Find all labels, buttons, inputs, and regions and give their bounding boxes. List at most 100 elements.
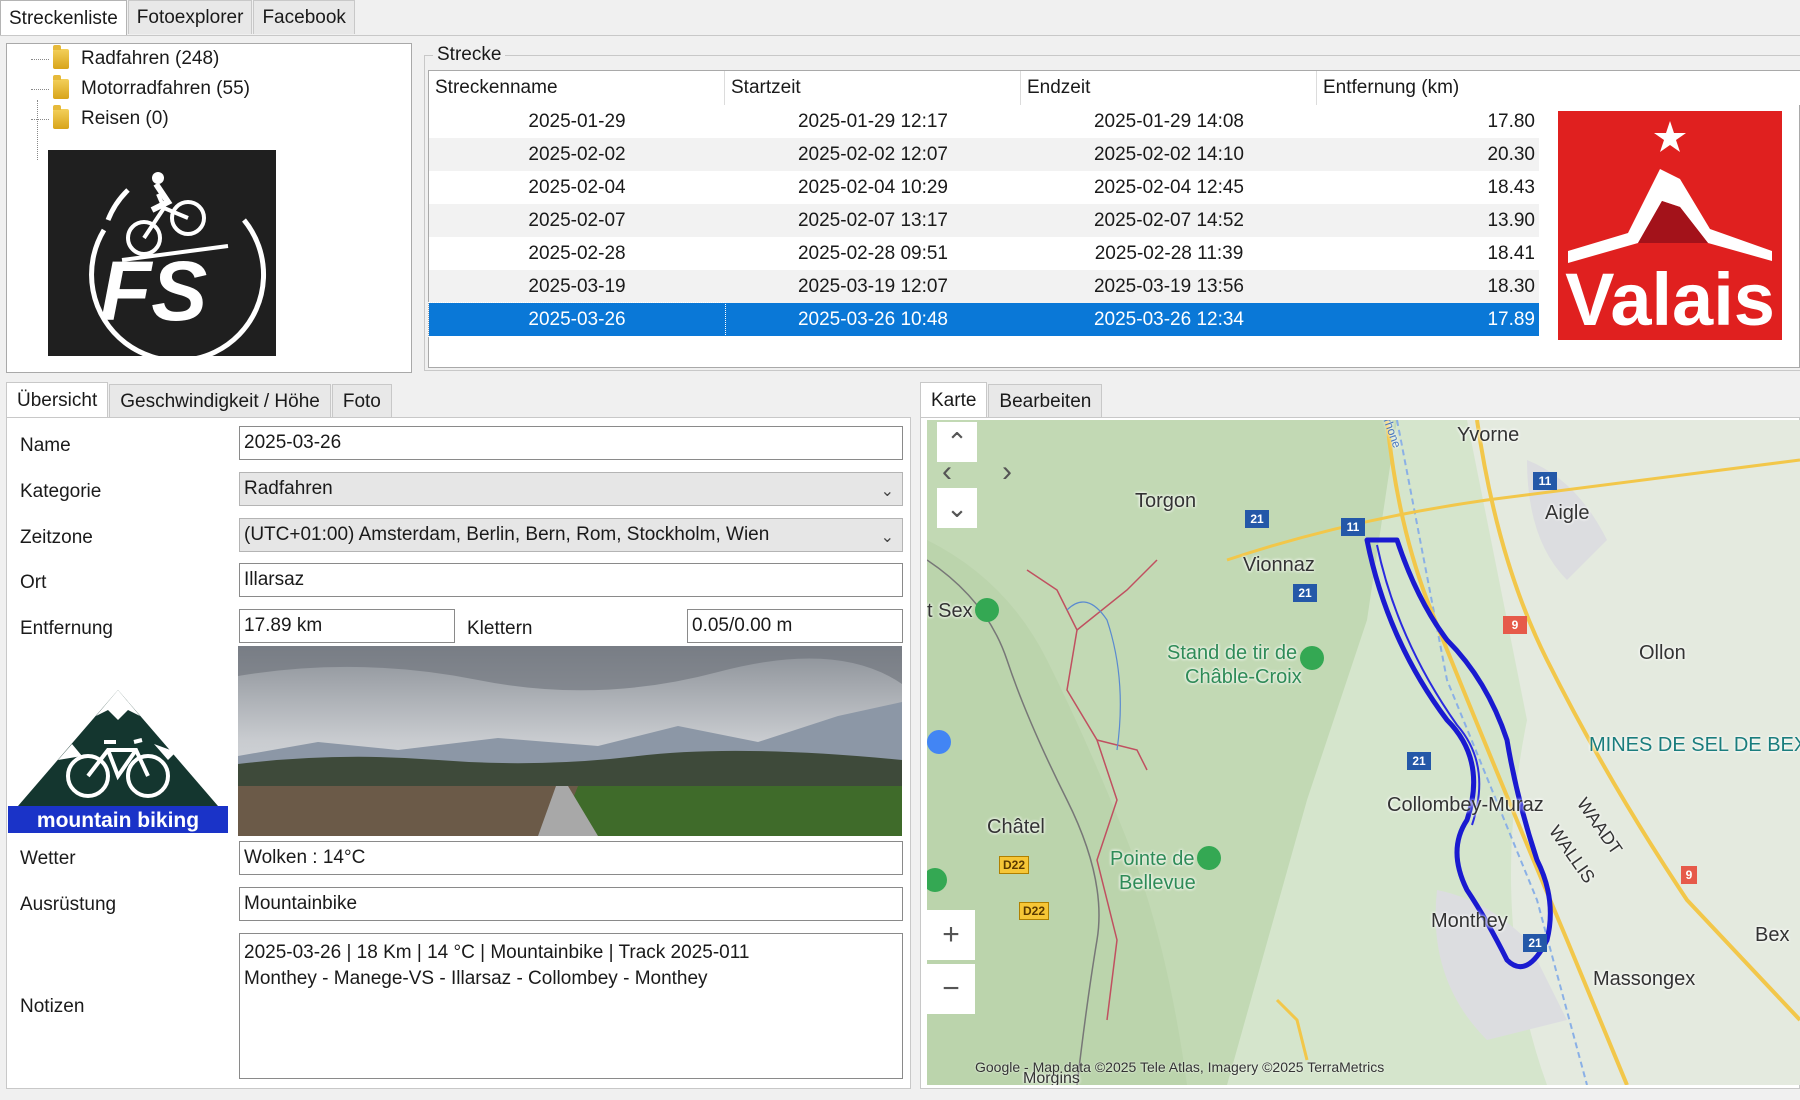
column-header-streckenname[interactable]: Streckenname bbox=[429, 71, 725, 105]
valais-logo: Valais bbox=[1558, 111, 1782, 340]
top-tab-bar: Streckenliste Fotoexplorer Facebook bbox=[0, 0, 356, 36]
column-header-endzeit[interactable]: Endzeit bbox=[1021, 71, 1317, 105]
ausruestung-label: Ausrüstung bbox=[20, 894, 117, 915]
pan-down-icon[interactable]: ⌄ bbox=[937, 488, 977, 528]
map-label-yvorne: Yvorne bbox=[1457, 424, 1520, 446]
klettern-label: Klettern bbox=[467, 618, 533, 639]
table-cell-dist: 13.90 bbox=[1487, 209, 1535, 231]
kategorie-select[interactable]: Radfahren ⌄ bbox=[239, 472, 903, 506]
tab-streckenliste[interactable]: Streckenliste bbox=[0, 0, 127, 36]
pan-right-icon[interactable]: › bbox=[987, 452, 1027, 492]
table-cell-name: 2025-02-07 bbox=[528, 209, 626, 231]
name-label: Name bbox=[20, 435, 71, 456]
road-shield: 21 bbox=[1523, 934, 1547, 952]
map-label-stand2: Châble-Croix bbox=[1185, 666, 1302, 688]
pan-left-icon[interactable]: ‹ bbox=[927, 452, 967, 492]
tab-foto[interactable]: Foto bbox=[331, 384, 392, 418]
svg-text:FS: FS bbox=[100, 244, 207, 338]
map-label-torgon: Torgon bbox=[1135, 490, 1197, 512]
table-cell-end: 2025-03-19 13:56 bbox=[1093, 275, 1244, 297]
tab-geschwindigkeit-hoehe[interactable]: Geschwindigkeit / Höhe bbox=[109, 384, 331, 418]
table-cell-start: 2025-02-02 12:07 bbox=[797, 143, 948, 165]
folder-icon bbox=[53, 75, 69, 99]
column-header-startzeit[interactable]: Startzeit bbox=[725, 71, 1021, 105]
table-row[interactable]: 2025-02-07 2025-02-07 13:17 2025-02-07 14:… bbox=[429, 204, 1539, 237]
ort-field[interactable]: Illarsaz bbox=[239, 563, 903, 597]
notizen-line: Monthey - Manege-VS - Illarsaz - Collomb… bbox=[244, 968, 708, 989]
map-label-ollon: Ollon bbox=[1639, 642, 1686, 664]
table-cell-dist: 17.80 bbox=[1487, 110, 1535, 132]
table-cell-start: 2025-02-07 13:17 bbox=[797, 209, 948, 231]
table-row[interactable]: 2025-03-26 2025-03-26 10:48 2025-03-26 12:… bbox=[428, 302, 1539, 337]
table-cell-start: 2025-01-29 12:17 bbox=[797, 110, 948, 132]
tab-karte[interactable]: Karte bbox=[920, 382, 988, 418]
road-shield: D22 bbox=[999, 856, 1029, 874]
fs-cycling-logo: FS bbox=[48, 150, 276, 364]
category-item-radfahren[interactable]: Radfahren (248) bbox=[31, 45, 220, 72]
chevron-down-icon: ⌄ bbox=[880, 529, 894, 546]
zeitzone-value: (UTC+01:00) Amsterdam, Berlin, Bern, Rom… bbox=[244, 524, 770, 545]
map-tab-bar: Karte Bearbeiten bbox=[920, 382, 1103, 418]
table-cell-name: 2025-03-19 bbox=[528, 275, 626, 297]
table-row[interactable]: 2025-02-02 2025-02-02 12:07 2025-02-02 14:… bbox=[429, 138, 1539, 171]
table-cell-dist: 18.41 bbox=[1487, 242, 1535, 264]
table-cell-end: 2025-02-28 11:39 bbox=[1094, 242, 1244, 264]
map-label-pointe: Pointe de bbox=[1110, 848, 1195, 870]
zoom-in-button[interactable]: + bbox=[927, 910, 975, 960]
table-cell-name: 2025-02-04 bbox=[528, 176, 626, 198]
road-shield: D22 bbox=[1019, 902, 1049, 920]
chevron-down-icon: ⌄ bbox=[880, 483, 894, 500]
map-label-pointe2: Bellevue bbox=[1119, 872, 1196, 894]
map-label-vionnaz: Vionnaz bbox=[1243, 554, 1315, 576]
table-row[interactable]: 2025-02-28 2025-02-28 09:51 2025-02-28 11:… bbox=[429, 237, 1539, 270]
road-shield: 21 bbox=[1293, 584, 1317, 602]
track-photo[interactable] bbox=[238, 646, 902, 836]
tab-fotoexplorer[interactable]: Fotoexplorer bbox=[127, 0, 253, 34]
notizen-label: Notizen bbox=[20, 996, 85, 1017]
map-label-stand: Stand de tir de bbox=[1167, 642, 1298, 664]
category-label: Radfahren (248) bbox=[81, 48, 220, 69]
zeitzone-select[interactable]: (UTC+01:00) Amsterdam, Berlin, Bern, Rom… bbox=[239, 518, 903, 552]
tab-bearbeiten[interactable]: Bearbeiten bbox=[988, 384, 1103, 418]
map-label-collombey: Collombey-Muraz bbox=[1387, 794, 1544, 816]
folder-icon bbox=[53, 45, 69, 69]
zeitzone-label: Zeitzone bbox=[20, 527, 93, 548]
wetter-field[interactable]: Wolken : 14°C bbox=[239, 841, 903, 875]
map-label-bex: Bex bbox=[1755, 924, 1790, 946]
notizen-line: 2025-03-26 | 18 Km | 14 °C | Mountainbik… bbox=[244, 942, 750, 963]
road-shield: 21 bbox=[1245, 510, 1269, 528]
valais-wordmark: Valais bbox=[1565, 258, 1775, 340]
entfernung-field[interactable]: 17.89 km bbox=[239, 609, 455, 643]
ort-label: Ort bbox=[20, 572, 47, 593]
route-group-label: Strecke bbox=[433, 44, 506, 66]
column-header-entfernung[interactable]: Entfernung (km) bbox=[1317, 71, 1800, 105]
table-cell-name: 2025-01-29 bbox=[528, 110, 626, 132]
zoom-out-button[interactable]: − bbox=[927, 964, 975, 1014]
category-item-motorradfahren[interactable]: Motorradfahren (55) bbox=[31, 75, 250, 102]
road-shield: 11 bbox=[1533, 472, 1557, 490]
ausruestung-field[interactable]: Mountainbike bbox=[239, 887, 903, 921]
map-attribution: Google - Map data ©2025 Tele Atlas, Imag… bbox=[975, 1059, 1385, 1075]
name-field[interactable]: 2025-03-26 bbox=[239, 426, 903, 460]
status-strip bbox=[0, 1092, 1800, 1100]
wetter-label: Wetter bbox=[20, 848, 76, 869]
table-cell-start: 2025-02-04 10:29 bbox=[797, 176, 948, 198]
table-cell-dist: 20.30 bbox=[1487, 143, 1535, 165]
tab-uebersicht[interactable]: Übersicht bbox=[6, 382, 109, 418]
klettern-field[interactable]: 0.05/0.00 m bbox=[687, 609, 903, 643]
map-view[interactable]: Yvorne Torgon Aigle Vionnaz t Sex Stand … bbox=[927, 420, 1800, 1085]
map-label-chatel: Châtel bbox=[987, 816, 1045, 838]
table-row[interactable]: 2025-02-04 2025-02-04 10:29 2025-02-04 12:… bbox=[429, 171, 1539, 204]
table-row[interactable]: 2025-03-19 2025-03-19 12:07 2025-03-19 13:… bbox=[429, 270, 1539, 303]
map-label-mines: MINES DE SEL DE BEX bbox=[1589, 734, 1800, 756]
road-shield: 9 bbox=[1503, 616, 1527, 634]
detail-tab-bar: Übersicht Geschwindigkeit / Höhe Foto bbox=[6, 382, 393, 418]
table-cell-dist: 18.43 bbox=[1487, 176, 1535, 198]
tab-facebook[interactable]: Facebook bbox=[253, 0, 355, 34]
table-cell-start: 2025-03-26 10:48 bbox=[797, 308, 948, 330]
table-row[interactable]: 2025-01-29 2025-01-29 12:17 2025-01-29 14:… bbox=[429, 105, 1539, 138]
category-item-reisen[interactable]: Reisen (0) bbox=[31, 105, 169, 132]
mtb-wordmark: mountain biking bbox=[37, 809, 199, 832]
notizen-field[interactable]: 2025-03-26 | 18 Km | 14 °C | Mountainbik… bbox=[239, 933, 903, 1079]
table-cell-end: 2025-03-26 12:34 bbox=[1093, 308, 1244, 330]
